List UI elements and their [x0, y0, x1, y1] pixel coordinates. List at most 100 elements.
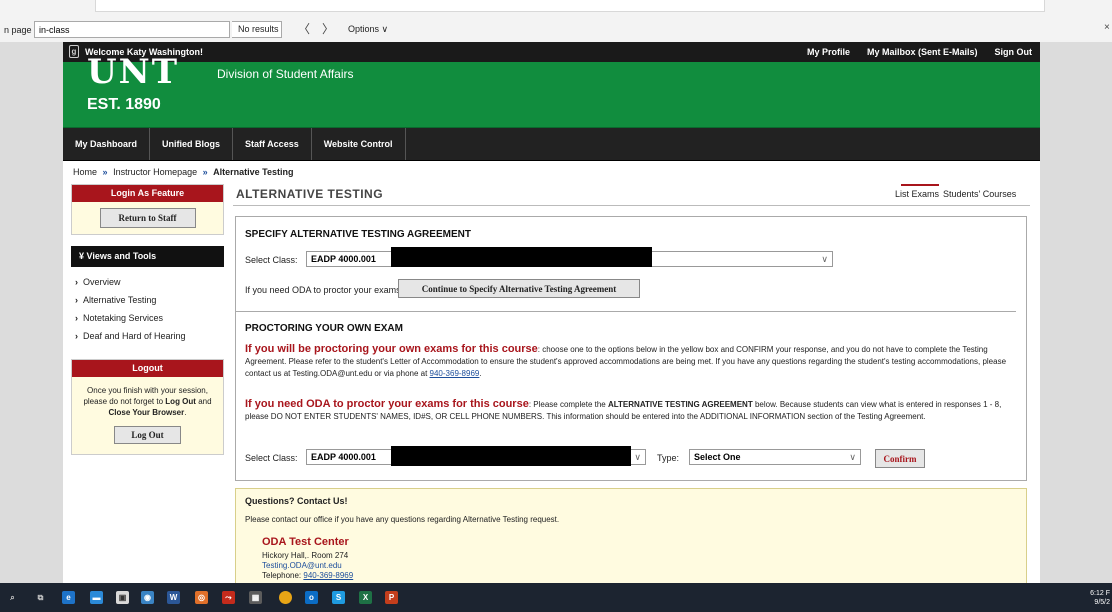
- tab-list-exams[interactable]: List Exams: [895, 189, 939, 199]
- division-title: Division of Student Affairs: [217, 67, 354, 81]
- contact-phone-label: Telephone:: [262, 571, 304, 580]
- edge-browser-icon[interactable]: e: [62, 591, 75, 604]
- find-input[interactable]: [34, 21, 230, 38]
- app-icon[interactable]: ◉: [141, 591, 154, 604]
- continue-agreement-button[interactable]: Continue to Specify Alternative Testing …: [398, 279, 640, 298]
- breadcrumb-home[interactable]: Home: [73, 167, 97, 177]
- calculator-icon[interactable]: ▦: [249, 591, 262, 604]
- chrome-icon[interactable]: ◎: [195, 591, 208, 604]
- find-prev-icon[interactable]: 〈: [298, 20, 310, 37]
- sidebar-item-alternative-testing[interactable]: › Alternative Testing: [75, 291, 224, 309]
- section-title-proctoring: PROCTORING YOUR OWN EXAM: [245, 323, 403, 334]
- skype-icon[interactable]: S: [332, 591, 345, 604]
- log-out-button[interactable]: Log Out: [114, 426, 181, 444]
- clock-date: 9/5/2: [1094, 599, 1110, 606]
- nav-my-dashboard[interactable]: My Dashboard: [63, 128, 151, 160]
- task-view-icon[interactable]: ⧉: [34, 591, 47, 604]
- top-nav: My Profile My Mailbox (Sent E-Mails) Sig…: [807, 47, 1032, 57]
- sidebar-item-label: Deaf and Hard of Hearing: [83, 331, 186, 341]
- views-tools-list: › Overview › Alternative Testing › Notetaki…: [71, 267, 224, 349]
- web-page: g Welcome Katy Washington! My Profile My…: [63, 42, 1040, 583]
- find-label: n page: [4, 25, 32, 35]
- find-next-icon[interactable]: 〉: [322, 20, 334, 37]
- select-class-label: Select Class:: [245, 255, 298, 265]
- agreement-panel: SPECIFY ALTERNATIVE TESTING AGREEMENT Se…: [235, 216, 1027, 481]
- active-tab-indicator: [901, 184, 939, 186]
- contact-name: ODA Test Center: [262, 536, 349, 548]
- confirm-button[interactable]: Confirm: [875, 449, 925, 468]
- word-icon[interactable]: W: [167, 591, 180, 604]
- breadcrumb-current: Alternative Testing: [213, 167, 294, 177]
- contact-phone-link[interactable]: 940-369-8969: [303, 571, 353, 580]
- file-explorer-icon[interactable]: ▬: [90, 591, 103, 604]
- sign-out-link[interactable]: Sign Out: [995, 47, 1033, 57]
- pdf-icon[interactable]: ⤳: [222, 591, 235, 604]
- type-select[interactable]: Select One ∨: [689, 449, 861, 465]
- powerpoint-icon[interactable]: P: [385, 591, 398, 604]
- proctor-own-lead: If you will be proctoring your own exams…: [245, 343, 538, 355]
- find-bar: n page No results 〈 〉 Options ∨ ×: [0, 0, 1112, 42]
- proctor-own-paragraph: If you will be proctoring your own exams…: [245, 343, 1020, 380]
- my-profile-link[interactable]: My Profile: [807, 47, 850, 57]
- breadcrumb-sep-icon: »: [102, 167, 108, 177]
- find-close-icon[interactable]: ×: [1104, 22, 1110, 33]
- redaction-block: [391, 247, 652, 267]
- sidebar-item-notetaking[interactable]: › Notetaking Services: [75, 309, 224, 327]
- top-bar: g Welcome Katy Washington! My Profile My…: [63, 42, 1040, 62]
- contact-line: Please contact our office if you have an…: [245, 515, 560, 524]
- sidebar: Login As Feature Return to Staff ¥ Views…: [71, 184, 224, 455]
- contact-phone-row: Telephone: 940-369-8969: [262, 571, 353, 581]
- class-select-value: EADP 4000.001: [311, 254, 376, 264]
- logo-est: EST. 1890: [87, 96, 161, 113]
- clock[interactable]: 6:12 F 9/5/2: [1090, 589, 1110, 607]
- logout-message: Once you finish with your session, pleas…: [72, 377, 223, 422]
- outlook-icon[interactable]: o: [305, 591, 318, 604]
- my-mailbox-link[interactable]: My Mailbox (Sent E-Mails): [867, 47, 978, 57]
- sidebar-item-deaf-hoh[interactable]: › Deaf and Hard of Hearing: [75, 327, 224, 345]
- chevron-right-icon: ›: [75, 313, 78, 323]
- oda-proctor-paragraph: If you need ODA to proctor your exams fo…: [245, 398, 1020, 423]
- breadcrumb-instructor[interactable]: Instructor Homepage: [113, 167, 197, 177]
- chevron-down-icon: ∨: [849, 452, 856, 462]
- need-oda-text: If you need ODA to proctor your exams,: [245, 285, 404, 295]
- contact-email-link[interactable]: Testing.ODA@unt.edu: [262, 561, 353, 571]
- address-strip: [95, 0, 1045, 12]
- sidebar-item-overview[interactable]: › Overview: [75, 273, 224, 291]
- nav-website-control[interactable]: Website Control: [312, 128, 406, 160]
- unt-logo[interactable]: UNT: [87, 52, 179, 92]
- tab-students-courses[interactable]: Students' Courses: [943, 189, 1016, 199]
- proctor-own-end: .: [479, 369, 482, 378]
- select-class-label-2: Select Class:: [245, 453, 298, 463]
- logout-box: Logout Once you finish with your session…: [71, 359, 224, 455]
- phone-link[interactable]: 940-369-8969: [430, 369, 480, 378]
- sidebar-item-label: Alternative Testing: [83, 295, 157, 305]
- app-icon[interactable]: [279, 591, 292, 604]
- nav-staff-access[interactable]: Staff Access: [233, 128, 312, 160]
- contact-address-block: Hickory Hall,. Room 274 Testing.ODA@unt.…: [262, 551, 353, 581]
- type-label: Type:: [657, 453, 680, 463]
- find-results: No results: [232, 21, 282, 38]
- type-select-value: Select One: [694, 452, 741, 462]
- login-as-box: Login As Feature Return to Staff: [71, 184, 224, 235]
- find-options-button[interactable]: Options ∨: [348, 24, 388, 35]
- breadcrumb-sep-icon: »: [202, 167, 208, 177]
- section-divider: [236, 311, 1016, 312]
- chevron-down-icon: ∨: [821, 254, 828, 264]
- logout-msg-part: .: [184, 408, 187, 417]
- main-nav: My Dashboard Unified Blogs Staff Access …: [63, 128, 1040, 161]
- search-icon[interactable]: ⌕: [6, 591, 19, 604]
- title-divider: [233, 205, 1030, 206]
- oda-proctor-text: : Please complete the: [528, 400, 608, 409]
- sidebar-item-label: Overview: [83, 277, 121, 287]
- oda-proctor-lead: If you need ODA to proctor your exams fo…: [245, 398, 529, 410]
- chevron-right-icon: ›: [75, 277, 78, 287]
- store-icon[interactable]: ▣: [116, 591, 129, 604]
- login-as-title: Login As Feature: [72, 185, 223, 202]
- chevron-right-icon: ›: [75, 331, 78, 341]
- contact-title: Questions? Contact Us!: [245, 496, 348, 506]
- excel-icon[interactable]: X: [359, 591, 372, 604]
- return-to-staff-button[interactable]: Return to Staff: [99, 208, 196, 228]
- logout-msg-bold: Close Your Browser: [108, 408, 185, 417]
- views-tools-title: ¥ Views and Tools: [71, 246, 224, 267]
- nav-unified-blogs[interactable]: Unified Blogs: [150, 128, 234, 160]
